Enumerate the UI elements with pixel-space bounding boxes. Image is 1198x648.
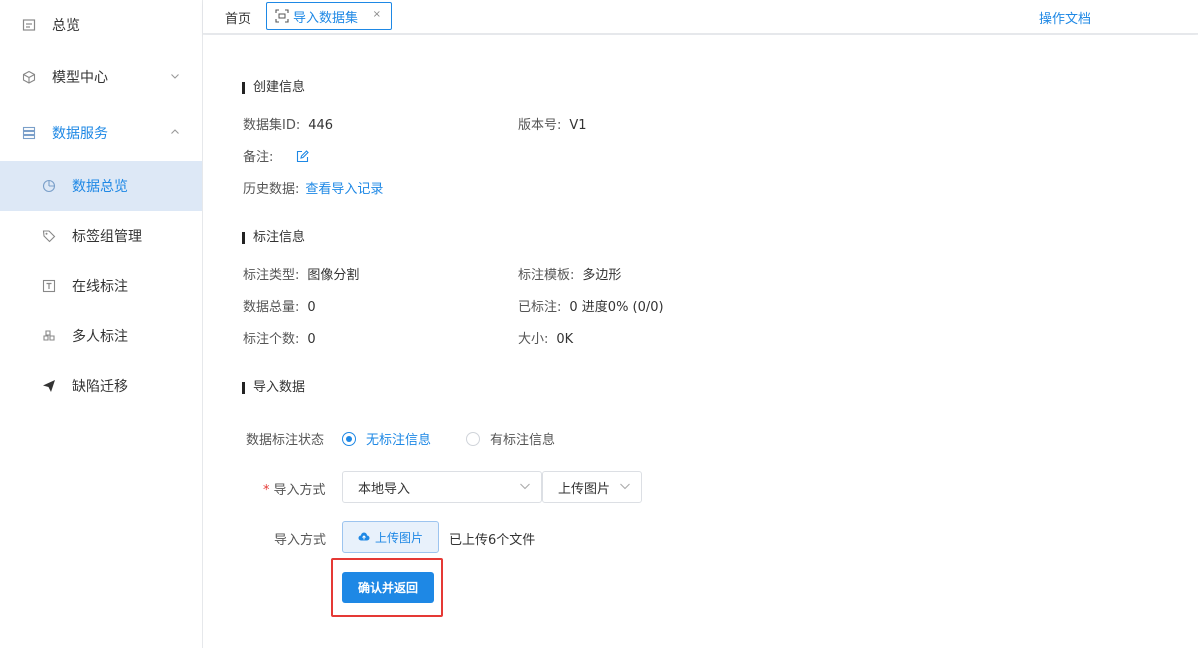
- field-size: 大小: 0K: [518, 328, 573, 347]
- field-history: 历史数据: 查看导入记录: [243, 178, 383, 197]
- sidebar-item-online-annotation[interactable]: 在线标注: [0, 261, 202, 311]
- view-import-records-link[interactable]: 查看导入记录: [305, 182, 383, 197]
- radio-no-annotation[interactable]: 无标注信息: [342, 429, 431, 448]
- field-value: 图像分割: [307, 268, 360, 283]
- section-title-create-info: 创建信息: [242, 81, 305, 94]
- cubes-icon: [42, 329, 56, 343]
- sidebar-item-multi-annotation[interactable]: 多人标注: [0, 311, 202, 361]
- sidebar-item-label: 在线标注: [72, 279, 128, 295]
- field-label: 数据集ID:: [243, 118, 301, 133]
- import-method-label-2: 导入方式: [274, 533, 327, 548]
- sidebar-item-label: 数据总览: [72, 179, 128, 195]
- radio-dot[interactable]: [466, 431, 480, 446]
- upload-button-label: 上传图片: [374, 530, 423, 545]
- sidebar: 总览 模型中心 数据服务 数据总览 标签组管理 在线标注 多人标注 缺陷迁移: [0, 0, 203, 648]
- tab-bar: 首页 导入数据集 × 操作文档: [203, 0, 1198, 34]
- doc-link[interactable]: 操作文档: [1039, 8, 1091, 27]
- tag-icon: [42, 229, 56, 243]
- sidebar-item-label: 标签组管理: [72, 229, 142, 245]
- field-label: 版本号:: [518, 118, 562, 133]
- import-method-select[interactable]: 本地导入: [342, 471, 542, 503]
- edit-icon[interactable]: [296, 150, 309, 167]
- field-remark: 备注:: [243, 146, 309, 167]
- field-value: 446: [308, 118, 334, 133]
- field-annotation-template: 标注模板: 多边形: [518, 264, 621, 283]
- field-data-total: 数据总量: 0: [243, 296, 316, 315]
- field-value: 0K: [556, 332, 574, 347]
- field-label: 数据总量:: [243, 300, 300, 315]
- scan-icon: [275, 9, 289, 23]
- close-icon[interactable]: ×: [373, 9, 381, 20]
- server-icon: [22, 126, 36, 140]
- chevron-down-icon: [170, 69, 180, 85]
- upload-type-select[interactable]: 上传图片: [542, 471, 642, 503]
- text-box-icon: [42, 279, 56, 293]
- radio-dot[interactable]: [342, 431, 356, 446]
- field-annotation-count: 标注个数: 0: [243, 328, 316, 347]
- sidebar-item-model-center[interactable]: 模型中心: [0, 52, 202, 102]
- sidebar-item-label: 数据服务: [52, 126, 108, 142]
- sidebar-item-label: 模型中心: [52, 70, 108, 86]
- field-label: 标注个数:: [243, 332, 300, 347]
- field-version: 版本号: V1: [518, 114, 587, 133]
- radio-label: 有标注信息: [490, 433, 556, 448]
- select-value: 上传图片: [558, 481, 611, 497]
- radio-label: 无标注信息: [366, 433, 432, 448]
- sidebar-item-label: 多人标注: [72, 329, 128, 345]
- label-text: 导入方式: [273, 483, 326, 498]
- cloud-upload-icon: [358, 531, 370, 543]
- pie-chart-icon: [42, 179, 56, 193]
- field-value: 0: [307, 332, 316, 347]
- radio-has-annotation[interactable]: 有标注信息: [466, 429, 555, 448]
- select-value: 本地导入: [358, 481, 411, 497]
- field-label: 历史数据:: [243, 182, 300, 197]
- cube-icon: [22, 70, 36, 84]
- sidebar-item-data-service[interactable]: 数据服务: [0, 108, 202, 158]
- import-method-label: * 导入方式: [263, 479, 326, 498]
- chevron-down-icon: [619, 480, 631, 492]
- sidebar-item-data-overview[interactable]: 数据总览: [0, 161, 202, 211]
- section-title-import-data: 导入数据: [242, 381, 305, 394]
- field-label: 大小:: [518, 332, 549, 347]
- sidebar-item-overview[interactable]: 总览: [0, 0, 202, 50]
- field-value: 0 进度0% (0/0): [569, 300, 664, 315]
- field-annotation-type: 标注类型: 图像分割: [243, 264, 359, 283]
- required-mark: *: [263, 483, 270, 498]
- tab-label: 导入数据集: [293, 10, 359, 26]
- section-title-annotation-info: 标注信息: [242, 231, 305, 244]
- field-value: V1: [569, 118, 587, 133]
- sidebar-item-defect-migration[interactable]: 缺陷迁移: [0, 361, 202, 411]
- sidebar-item-label: 总览: [52, 18, 80, 34]
- field-value: 0: [307, 300, 316, 315]
- field-labeled: 已标注: 0 进度0% (0/0): [518, 296, 664, 315]
- field-value: 多边形: [582, 268, 622, 283]
- chevron-down-icon: [519, 480, 531, 492]
- field-label: 标注模板:: [518, 268, 575, 283]
- upload-image-button[interactable]: 上传图片: [342, 521, 439, 553]
- sidebar-item-tag-groups[interactable]: 标签组管理: [0, 211, 202, 261]
- tab-home[interactable]: 首页: [225, 8, 251, 27]
- sidebar-item-label: 缺陷迁移: [72, 379, 128, 395]
- field-label: 标注类型:: [243, 268, 300, 283]
- upload-status-text: 已上传6个文件: [449, 533, 536, 548]
- confirm-and-return-button[interactable]: 确认并返回: [342, 572, 434, 603]
- chevron-up-icon: [170, 125, 180, 141]
- tab-import-dataset[interactable]: 导入数据集 ×: [266, 2, 392, 30]
- field-dataset-id: 数据集ID: 446: [243, 114, 333, 133]
- annotation-status-label: 数据标注状态: [246, 433, 325, 448]
- overview-icon: [22, 18, 36, 32]
- paper-plane-icon: [42, 379, 56, 393]
- field-label: 备注:: [243, 150, 274, 165]
- main-content: 创建信息 数据集ID: 446 版本号: V1 备注: 历史数据: 查看导入记录 标注…: [203, 35, 1198, 648]
- field-label: 已标注:: [518, 300, 562, 315]
